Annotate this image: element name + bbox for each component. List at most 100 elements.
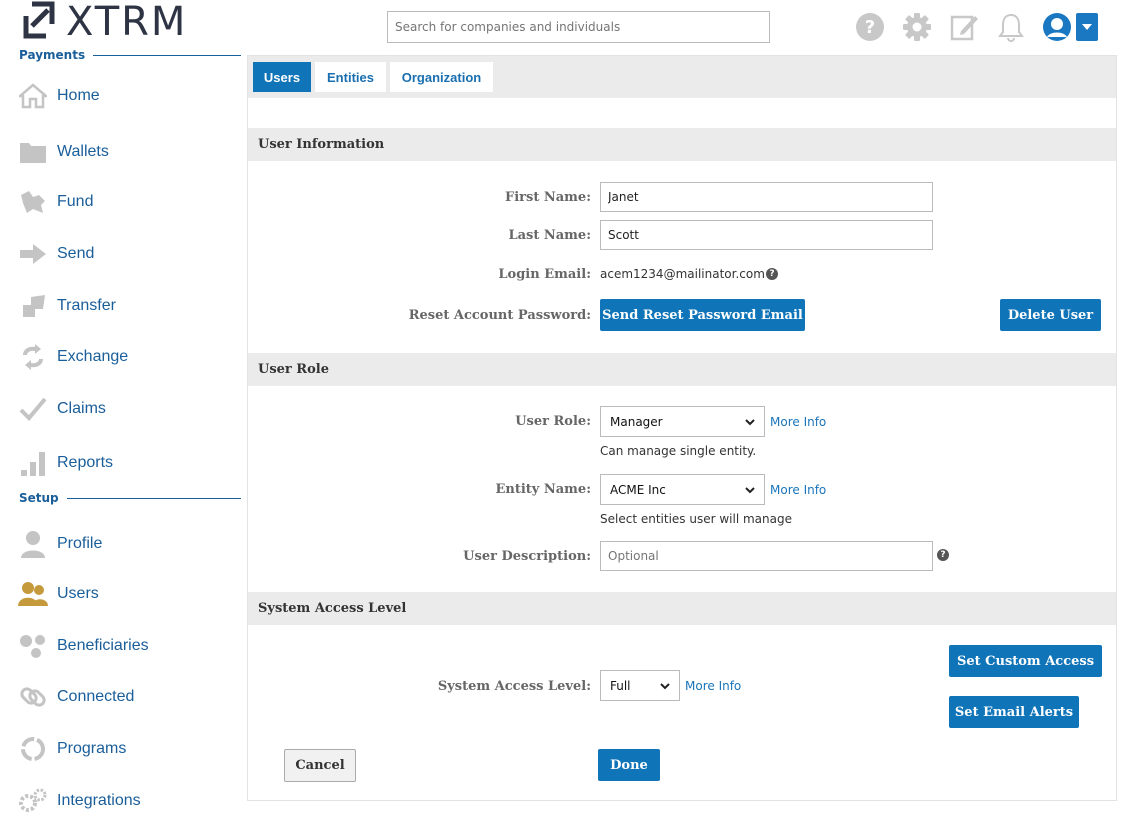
system-access-level-label: System Access Level: (437, 679, 591, 694)
system-access-level-value: Full (610, 678, 631, 693)
set-custom-access-button[interactable]: Set Custom Access (949, 645, 1102, 677)
last-name-label: Last Name: (508, 228, 591, 243)
chevron-down-icon[interactable] (1076, 13, 1098, 41)
sidebar-item-label: Programs (57, 740, 127, 757)
sidebar-item-claims[interactable]: Claims (18, 392, 106, 426)
sidebar-item-reports[interactable]: Reports (18, 446, 113, 480)
sidebar-item-fund[interactable]: Fund (18, 185, 93, 219)
delete-user-button[interactable]: Delete User (1000, 299, 1101, 331)
system-access-level-select[interactable]: Full (600, 670, 680, 701)
done-button[interactable]: Done (598, 749, 660, 781)
sidebar-item-exchange[interactable]: Exchange (18, 340, 128, 374)
user-detail-panel: Users Entities Organization User Informa… (247, 55, 1117, 801)
sidebar-item-label: Connected (57, 688, 135, 705)
xtrm-logo[interactable]: XTRM (18, 0, 187, 44)
svg-text:?: ? (865, 17, 875, 38)
section-title: System Access Level (258, 601, 407, 616)
entity-more-info-link[interactable]: More Info (770, 483, 826, 497)
link-icon (18, 682, 48, 712)
help-icon[interactable]: ? (937, 549, 949, 561)
entity-name-label: Entity Name: (495, 482, 591, 497)
divider (66, 497, 241, 499)
checkmark-icon (18, 394, 48, 424)
sidebar-item-label: Transfer (57, 297, 116, 314)
sidebar-item-label: Beneficiaries (57, 637, 149, 654)
tab-organization[interactable]: Organization (390, 62, 493, 92)
tab-bar: Users Entities Organization (248, 56, 1116, 98)
sidebar-item-label: Send (57, 245, 95, 262)
chevron-down-icon (660, 679, 670, 693)
beneficiaries-icon (18, 631, 48, 661)
entity-name-value: ACME Inc (610, 482, 666, 497)
payments-title-text: Payments (19, 48, 86, 62)
chevron-down-icon (745, 483, 755, 497)
bell-icon[interactable] (996, 12, 1026, 42)
setup-title-text: Setup (19, 491, 59, 505)
sidebar-item-users[interactable]: Users (18, 577, 99, 611)
user-description-label: User Description: (463, 549, 591, 564)
send-arrow-icon (18, 239, 48, 269)
user-role-select[interactable]: Manager (600, 406, 765, 437)
divider (93, 54, 242, 56)
exchange-icon (18, 342, 48, 372)
gear-icon[interactable] (902, 12, 932, 42)
search-input[interactable] (387, 11, 770, 43)
sidebar-item-label: Fund (57, 193, 94, 210)
sidebar-item-profile[interactable]: Profile (18, 527, 102, 561)
user-role-header: User Role (248, 353, 1116, 386)
section-title: User Information (258, 137, 385, 152)
users-icon (18, 579, 48, 609)
last-name-input[interactable] (600, 220, 933, 250)
xtrm-logo-icon (18, 0, 60, 44)
cancel-button[interactable]: Cancel (284, 749, 356, 782)
sidebar-item-label: Integrations (57, 792, 141, 809)
sidebar-item-home[interactable]: Home (18, 79, 100, 113)
setup-section-title: Setup (19, 491, 241, 505)
sidebar-item-connected[interactable]: Connected (18, 680, 134, 714)
sidebar-item-label: Reports (57, 454, 114, 471)
user-description-input[interactable] (600, 541, 933, 571)
sidebar-item-wallets[interactable]: Wallets (18, 135, 109, 169)
user-role-more-info-link[interactable]: More Info (770, 415, 826, 429)
first-name-input[interactable] (600, 182, 933, 212)
sidebar-item-label: Exchange (57, 348, 129, 365)
sidebar-item-label: Claims (57, 400, 106, 417)
tab-users[interactable]: Users (253, 62, 311, 92)
send-reset-password-button[interactable]: Send Reset Password Email (600, 299, 805, 331)
first-name-label: First Name: (505, 190, 591, 205)
cycle-icon (18, 734, 48, 764)
section-title: User Role (258, 362, 329, 377)
sidebar-item-integrations[interactable]: Integrations (18, 784, 141, 818)
set-email-alerts-button[interactable]: Set Email Alerts (949, 696, 1079, 728)
bar-chart-icon (18, 448, 48, 478)
user-role-hint: Can manage single entity. (600, 444, 757, 458)
tab-entities[interactable]: Entities (315, 62, 386, 92)
sidebar-item-programs[interactable]: Programs (18, 732, 126, 766)
help-icon[interactable]: ? (855, 12, 885, 42)
transfer-icon (18, 291, 48, 321)
edit-icon[interactable] (949, 12, 979, 42)
help-icon[interactable]: ? (766, 268, 778, 280)
sidebar-item-label: Profile (57, 535, 103, 552)
login-email-label: Login Email: (498, 267, 591, 282)
chevron-down-icon (745, 415, 755, 429)
user-menu[interactable] (1042, 12, 1102, 42)
logo-text: XTRM (66, 0, 188, 45)
entity-name-hint: Select entities user will manage (600, 512, 792, 526)
login-email-value: acem1234@mailinator.com (600, 267, 765, 281)
sidebar-item-label: Users (57, 585, 99, 602)
sidebar-item-label: Wallets (57, 143, 109, 160)
sidebar-item-beneficiaries[interactable]: Beneficiaries (18, 629, 149, 663)
gears-icon (18, 786, 48, 816)
access-more-info-link[interactable]: More Info (685, 679, 741, 693)
payments-section-title: Payments (19, 48, 242, 62)
fund-icon (18, 187, 48, 217)
user-role-value: Manager (610, 414, 663, 429)
system-access-level-header: System Access Level (248, 592, 1116, 625)
user-information-header: User Information (248, 128, 1116, 161)
sidebar-item-send[interactable]: Send (18, 237, 94, 271)
sidebar-item-transfer[interactable]: Transfer (18, 289, 116, 323)
home-icon (18, 81, 48, 111)
entity-name-select[interactable]: ACME Inc (600, 474, 765, 505)
reset-password-label: Reset Account Password: (408, 308, 591, 323)
